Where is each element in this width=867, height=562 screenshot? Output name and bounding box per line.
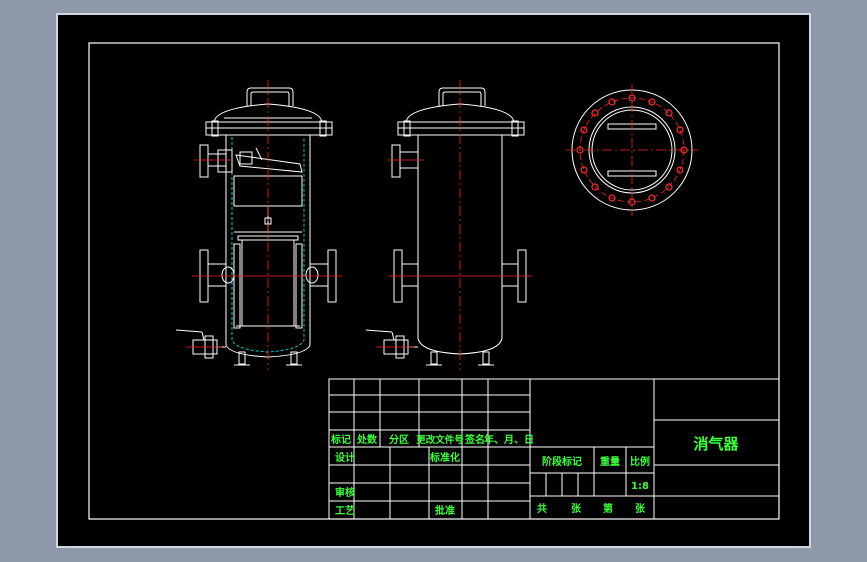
- label-sheet-no: 第: [603, 502, 613, 515]
- rev-header-date: 年、月、日: [484, 433, 534, 446]
- rev-header-mark: 标记: [330, 433, 351, 446]
- rev-header-count: 处数: [356, 433, 378, 446]
- label-stage-mark: 阶段标记: [542, 455, 582, 468]
- label-approve: 批准: [435, 504, 455, 517]
- label-total: 共: [537, 502, 547, 515]
- label-design: 设计: [335, 451, 355, 464]
- label-sheets: 张: [571, 502, 582, 515]
- label-weight: 重量: [600, 455, 620, 468]
- cad-drawing-canvas: 标记 处数 分区 更改文件号 签名 年、月、日 设计 标准化 审核 工艺 批准 …: [56, 13, 811, 548]
- scale-value: 1:8: [631, 481, 649, 492]
- label-review: 审核: [335, 486, 355, 499]
- label-sheet-unit: 张: [635, 502, 646, 515]
- drawing-title: 消气器: [693, 435, 739, 453]
- drawing-sheet: [56, 13, 811, 548]
- label-scale: 比例: [630, 455, 650, 468]
- label-process: 工艺: [335, 504, 355, 517]
- rev-header-zone: 分区: [389, 433, 409, 446]
- rev-header-signature: 签名: [464, 433, 485, 446]
- rev-header-change-doc: 更改文件号: [416, 434, 464, 446]
- label-standardize: 标准化: [429, 451, 460, 464]
